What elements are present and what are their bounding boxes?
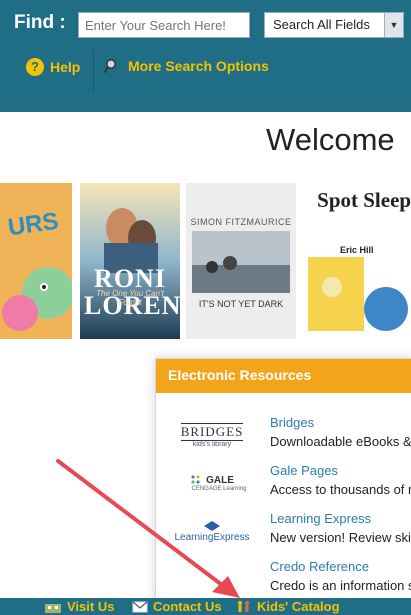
annotation-arrow	[56, 459, 240, 598]
catalog-page: Find : Search All Fields ▼ ? Help More S…	[0, 0, 411, 615]
